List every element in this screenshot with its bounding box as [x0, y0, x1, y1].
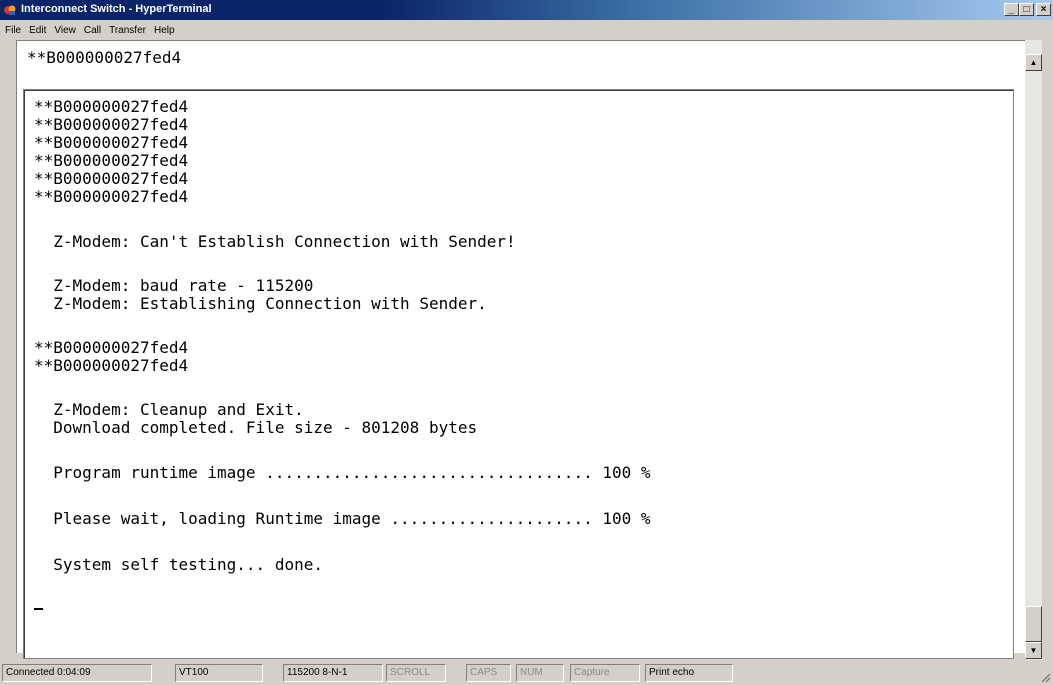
terminal-line: **B000000027fed4 — [34, 151, 189, 170]
status-capture: Capture — [570, 664, 640, 682]
terminal-line: **B000000027fed4 — [34, 187, 189, 206]
status-num: NUM — [516, 664, 564, 682]
menu-bar: File Edit View Call Transfer Help — [0, 20, 1053, 38]
menu-edit[interactable]: Edit — [25, 22, 50, 36]
scroll-thumb[interactable] — [1025, 606, 1042, 642]
status-settings: 115200 8-N-1 — [283, 664, 383, 682]
terminal-line: **B000000027fed4 — [34, 133, 189, 152]
resize-grip-icon[interactable] — [1039, 671, 1051, 683]
status-connected: Connected 0:04:09 — [2, 664, 152, 682]
terminal-cursor — [34, 608, 43, 610]
menu-file[interactable]: File — [0, 22, 25, 36]
window-title: Interconnect Switch - HyperTerminal — [21, 3, 212, 15]
terminal-scrollback: **B000000027fed4 — [17, 41, 1026, 81]
status-bar: Connected 0:04:09 VT100 115200 8-N-1 SCR… — [0, 662, 1053, 685]
terminal-line: Z-Modem: Can't Establish Connection with… — [34, 232, 516, 251]
terminal-line: Z-Modem: baud rate - 115200 — [34, 276, 314, 295]
terminal-line: Z-Modem: Cleanup and Exit. — [34, 400, 304, 419]
terminal-frame: **B000000027fed4 **B000000027fed4 **B000… — [17, 81, 1026, 659]
menu-call[interactable]: Call — [80, 22, 105, 36]
terminal-line: **B000000027fed4 — [34, 356, 189, 375]
status-scroll: SCROLL — [386, 664, 446, 682]
menu-view[interactable]: View — [50, 22, 80, 36]
terminal-line: **B000000027fed4 — [34, 169, 189, 188]
hyperterminal-icon — [4, 5, 16, 15]
terminal-line: Download completed. File size - 801208 b… — [34, 418, 478, 437]
terminal-line: **B000000027fed4 — [34, 97, 189, 116]
terminal-line: **B000000027fed4 — [34, 338, 189, 357]
status-print-echo: Print echo — [645, 664, 733, 682]
terminal-line: Z-Modem: Establishing Connection with Se… — [34, 294, 487, 313]
title-bar[interactable]: Interconnect Switch - HyperTerminal _ □ … — [0, 0, 1053, 20]
close-button[interactable]: × — [1036, 3, 1051, 16]
terminal-line: Please wait, loading Runtime image .....… — [34, 509, 651, 528]
vertical-scrollbar[interactable]: ▲ ▼ — [1025, 40, 1042, 660]
terminal-screen[interactable]: **B000000027fed4 **B000000027fed4 **B000… — [23, 89, 1014, 659]
scroll-up-button[interactable]: ▲ — [1025, 54, 1042, 71]
menu-help[interactable]: Help — [150, 22, 179, 36]
status-caps: CAPS — [466, 664, 511, 682]
scroll-down-button[interactable]: ▼ — [1025, 642, 1042, 659]
status-emulation: VT100 — [175, 664, 263, 682]
minimize-button[interactable]: _ — [1004, 3, 1019, 16]
terminal-line: Program runtime image ..................… — [34, 463, 651, 482]
terminal-area[interactable]: **B000000027fed4 **B000000027fed4 **B000… — [16, 40, 1026, 659]
maximize-button[interactable]: □ — [1019, 3, 1034, 16]
terminal-line: System self testing... done. — [34, 555, 323, 574]
menu-transfer[interactable]: Transfer — [105, 22, 150, 36]
terminal-line: **B000000027fed4 — [34, 115, 189, 134]
scrollback-line: **B000000027fed4 — [27, 48, 182, 67]
